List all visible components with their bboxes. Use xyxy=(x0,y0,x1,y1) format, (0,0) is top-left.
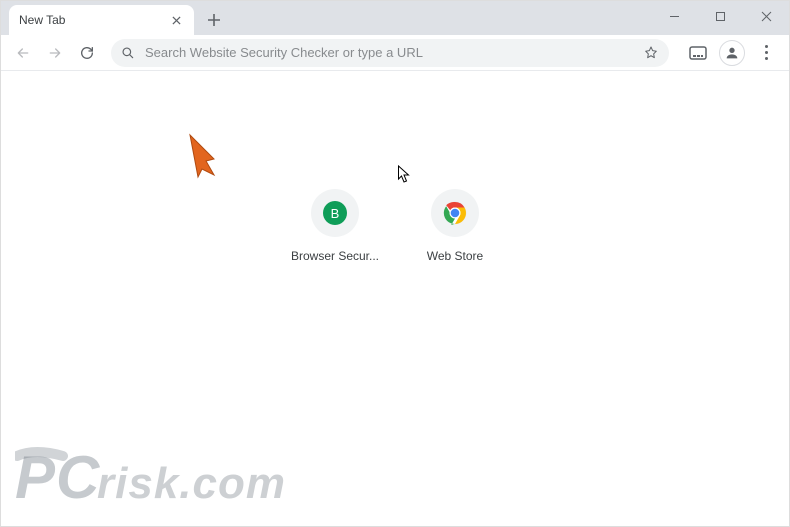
search-icon xyxy=(121,46,135,60)
omnibox-right xyxy=(643,45,659,61)
maximize-button[interactable] xyxy=(697,1,743,31)
profile-avatar[interactable] xyxy=(719,40,745,66)
window-controls xyxy=(651,1,789,35)
letter-badge-icon: B xyxy=(323,201,347,225)
svg-text:risk.com: risk.com xyxy=(97,459,286,508)
shortcut-web-store[interactable]: Web Store xyxy=(410,189,500,263)
menu-button[interactable] xyxy=(751,38,781,68)
shortcut-label: Web Store xyxy=(427,249,483,263)
chrome-webstore-icon xyxy=(443,201,467,225)
toolbar-right xyxy=(683,38,781,68)
bookmark-star-icon[interactable] xyxy=(643,45,659,61)
tab-title: New Tab xyxy=(19,13,168,27)
shortcut-label: Browser Secur... xyxy=(291,249,379,263)
browser-tab[interactable]: New Tab xyxy=(9,5,194,35)
watermark-text: PC risk.com xyxy=(15,444,355,516)
shortcut-icon: B xyxy=(311,189,359,237)
new-tab-button[interactable] xyxy=(200,6,228,34)
annotation-arrow-icon xyxy=(184,131,228,179)
shortcut-grid: B Browser Secur... Web Store xyxy=(290,189,500,263)
shortcut-browser-security[interactable]: B Browser Secur... xyxy=(290,189,380,263)
new-tab-page: B Browser Secur... Web Store PC risk.com xyxy=(1,71,789,526)
toolbar xyxy=(1,35,789,71)
extension-icon[interactable] xyxy=(683,38,713,68)
minimize-button[interactable] xyxy=(651,1,697,31)
address-input[interactable] xyxy=(145,45,635,60)
close-tab-icon[interactable] xyxy=(168,12,184,28)
close-window-button[interactable] xyxy=(743,1,789,31)
reload-button[interactable] xyxy=(73,39,101,67)
back-button[interactable] xyxy=(9,39,37,67)
mouse-cursor-icon xyxy=(396,165,411,184)
address-bar[interactable] xyxy=(111,39,669,67)
kebab-icon xyxy=(765,45,768,60)
forward-button[interactable] xyxy=(41,39,69,67)
titlebar: New Tab xyxy=(1,1,789,35)
shortcut-icon xyxy=(431,189,479,237)
